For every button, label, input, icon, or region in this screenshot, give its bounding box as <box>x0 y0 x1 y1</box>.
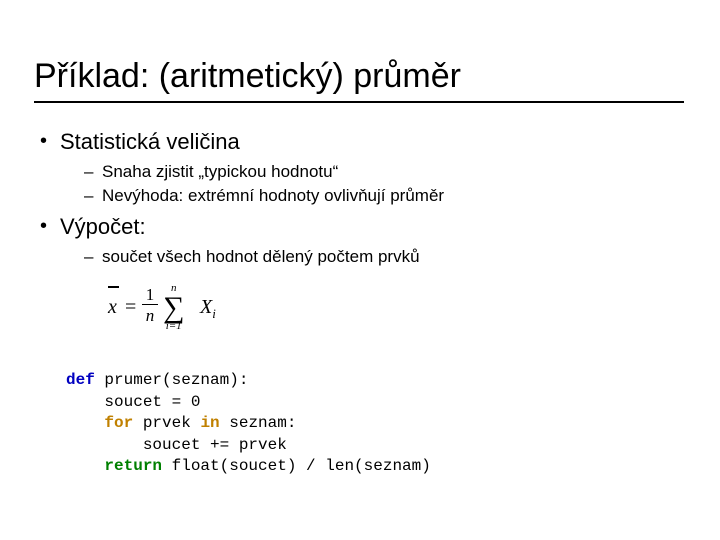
bullet-1-2-text: Nevýhoda: extrémní hodnoty ovlivňují prů… <box>102 186 444 205</box>
bullet-1: Statistická veličina Snaha zjistit „typi… <box>38 128 684 207</box>
bullet-1-1-text: Snaha zjistit „typickou hodnotu“ <box>102 162 338 181</box>
sum-lower: i=1 <box>163 321 184 332</box>
code-l3b: seznam: <box>220 414 297 432</box>
formula-rhs: Xi <box>200 296 216 322</box>
formula-equals: = <box>125 296 136 319</box>
bullet-list: Statistická veličina Snaha zjistit „typi… <box>34 128 684 269</box>
formula-numerator: 1 <box>142 286 158 305</box>
code-l5: float(soucet) / len(seznam) <box>162 457 431 475</box>
slide-title: Příklad: (aritmetický) průměr <box>34 58 684 95</box>
title-block: Příklad: (aritmetický) průměr <box>34 58 684 103</box>
bullet-1-2: Nevýhoda: extrémní hodnoty ovlivňují prů… <box>84 185 684 208</box>
bullet-2: Výpočet: součet všech hodnot dělený počt… <box>38 213 684 269</box>
bullet-2-1: součet všech hodnot dělený počtem prvků <box>84 246 684 269</box>
formula-summation: n ∑ i=1 <box>163 283 184 332</box>
code-l2: soucet = 0 <box>66 393 200 411</box>
kw-in: in <box>200 414 219 432</box>
overline-icon <box>108 286 119 288</box>
bullet-1-text: Statistická veličina <box>60 129 240 154</box>
bullet-2-1-text: součet všech hodnot dělený počtem prvků <box>102 247 420 266</box>
sigma-icon: ∑ <box>163 294 184 321</box>
code-block: def prumer(seznam): soucet = 0 for prvek… <box>60 368 437 480</box>
bullet-2-sublist: součet všech hodnot dělený počtem prvků <box>60 246 684 269</box>
formula: x = 1 n n ∑ i=1 Xi <box>108 286 258 341</box>
code-l3a: prvek <box>133 414 200 432</box>
bullet-2-text: Výpočet: <box>60 214 146 239</box>
kw-for: for <box>104 414 133 432</box>
bullet-1-sublist: Snaha zjistit „typickou hodnotu“ Nevýhod… <box>60 161 684 208</box>
formula-lhs: x <box>108 296 117 319</box>
formula-rhs-var: X <box>200 296 212 318</box>
bullet-1-1: Snaha zjistit „typickou hodnotu“ <box>84 161 684 184</box>
kw-def: def <box>66 371 95 389</box>
kw-return: return <box>104 457 162 475</box>
slide: Příklad: (aritmetický) průměr Statistick… <box>0 0 720 540</box>
formula-denominator: n <box>142 305 158 324</box>
formula-rhs-sub: i <box>212 306 216 321</box>
code-l4: soucet += prvek <box>66 436 287 454</box>
formula-fraction: 1 n <box>142 286 158 324</box>
slide-body: Statistická veličina Snaha zjistit „typi… <box>34 128 684 275</box>
code-l1: prumer(seznam): <box>95 371 249 389</box>
